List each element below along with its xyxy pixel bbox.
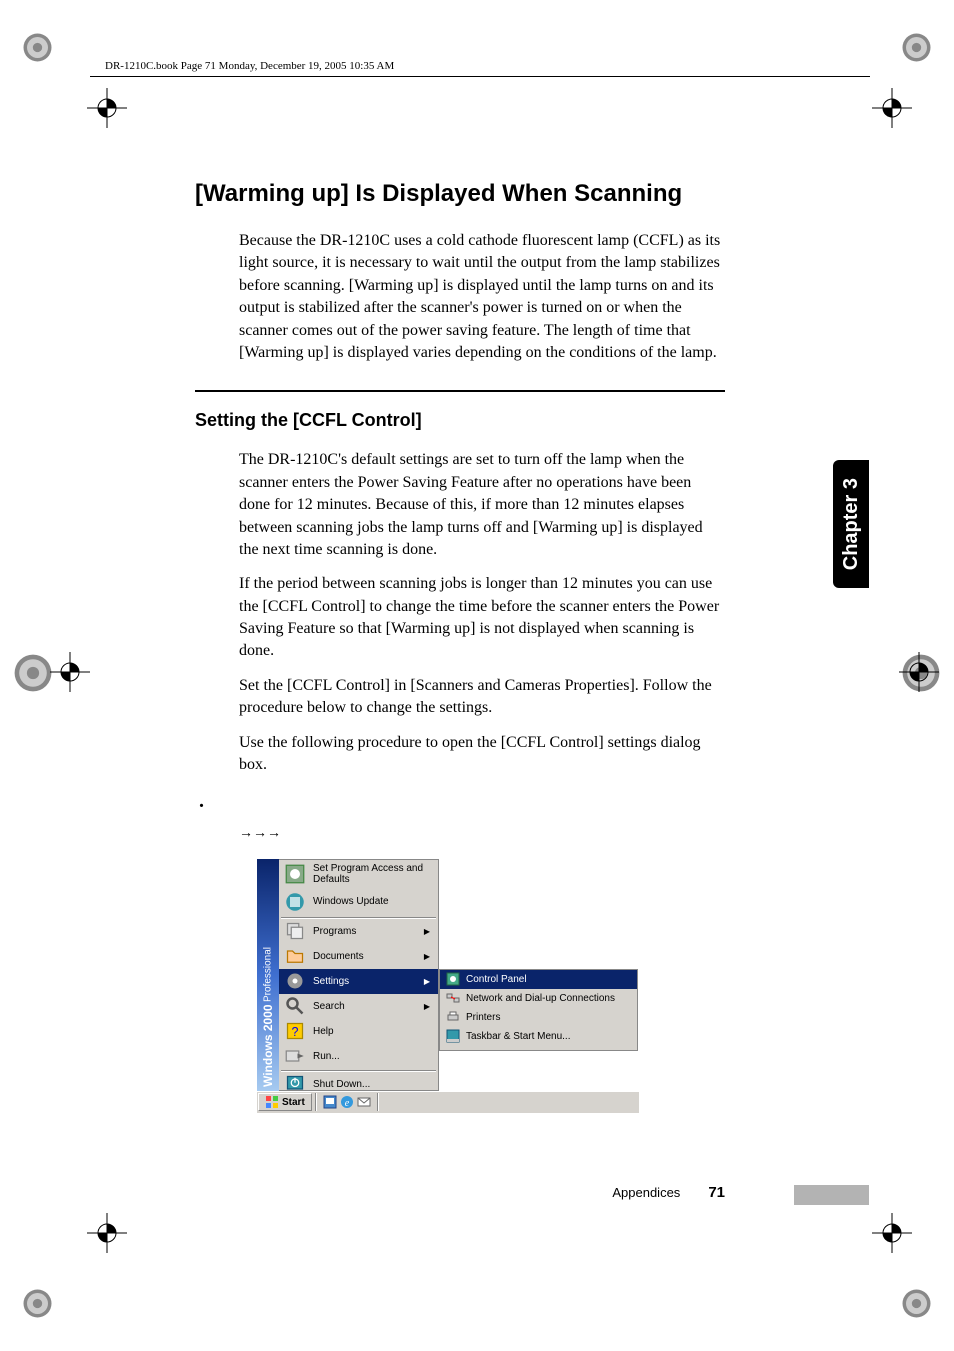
control-panel-icon [446,972,460,986]
printers-icon [446,1010,460,1024]
taskbar-menu-icon [446,1029,460,1043]
header-rule [90,76,870,77]
chapter-tab: Chapter 3 [833,460,869,588]
windows-logo-icon [265,1095,279,1109]
menu-separator [281,1070,436,1071]
menu-label: Settings [313,976,416,987]
search-icon [285,996,305,1016]
svg-text:?: ? [292,1025,299,1039]
start-menu-column: Set Program Access and Defaults Windows … [279,859,439,1091]
section-heading-warming-up: [Warming up] Is Displayed When Scanning [195,180,725,208]
programs-icon [285,921,305,941]
arrow-icon: → [239,824,253,840]
paragraph: If the period between scanning jobs is l… [239,573,725,663]
crosshair-icon [87,88,127,128]
arrow-icon: → [253,824,267,840]
chevron-right-icon: ▶ [424,952,430,961]
step-dot: . [199,790,204,813]
crosshair-icon [872,1213,912,1253]
menu-label: Help [313,1026,432,1037]
menu-item-set-program-access[interactable]: Set Program Access and Defaults [279,860,438,888]
section-heading-ccfl: Setting the [CCFL Control] [195,410,725,431]
settings-icon [285,971,305,991]
menu-label: Programs [313,926,416,937]
windows-banner: Windows 2000 Professional [257,859,279,1091]
settings-submenu: Control Panel Network and Dial-up Connec… [439,969,638,1051]
thumb-tab [794,1185,869,1205]
crosshair-icon [899,652,939,692]
step-1: . [195,790,725,813]
program-access-icon [285,864,305,884]
windows-update-icon [285,892,305,912]
footer-section: Appendices [612,1185,680,1200]
chevron-right-icon: ▶ [424,1002,430,1011]
outlook-icon[interactable] [357,1095,371,1109]
menu-separator [281,917,436,918]
menu-label: Documents [313,951,416,962]
footer-page-number: 71 [708,1184,725,1201]
submenu-item-printers[interactable]: Printers [440,1008,637,1027]
menu-label: Shut Down... [313,1079,432,1090]
registration-mark-icon [899,30,934,65]
menu-label: Run... [313,1051,432,1062]
substep-1: →→→ [239,821,725,844]
menu-item-documents[interactable]: Documents ▶ [279,944,438,969]
section-rule [195,390,725,392]
shutdown-icon [285,1074,305,1094]
submenu-item-taskbar[interactable]: Taskbar & Start Menu... [440,1027,637,1046]
crosshair-icon [872,88,912,128]
svg-text:e: e [345,1098,350,1109]
help-icon: ? [285,1021,305,1041]
start-menu-screenshot: Windows 2000 Professional Set Program Ac… [257,859,639,1113]
submenu-item-control-panel[interactable]: Control Panel [440,970,637,989]
menu-item-programs[interactable]: Programs ▶ [279,919,438,944]
page-header-info: DR-1210C.book Page 71 Monday, December 1… [105,60,394,72]
registration-mark-icon [20,1286,55,1321]
menu-label: Windows Update [313,896,432,907]
show-desktop-icon[interactable] [323,1095,337,1109]
menu-label: Set Program Access and Defaults [313,863,432,885]
submenu-label: Network and Dial-up Connections [466,993,615,1004]
chevron-right-icon: ▶ [424,927,430,936]
menu-item-shutdown[interactable]: Shut Down... [279,1072,438,1097]
menu-item-settings[interactable]: Settings ▶ [279,969,438,994]
quick-launch: e [319,1095,375,1109]
paragraph: Set the [CCFL Control] in [Scanners and … [239,675,725,720]
paragraph: Use the following procedure to open the … [239,732,725,777]
crosshair-icon [87,1213,127,1253]
chevron-right-icon: ▶ [424,977,430,986]
menu-item-windows-update[interactable]: Windows Update [279,888,438,916]
ie-icon[interactable]: e [340,1095,354,1109]
start-button-label: Start [282,1097,305,1108]
page-content: [Warming up] Is Displayed When Scanning … [195,180,725,1113]
menu-item-help[interactable]: ? Help [279,1019,438,1044]
paragraph: The DR-1210C's default settings are set … [239,449,725,561]
submenu-label: Printers [466,1012,500,1023]
submenu-label: Control Panel [466,974,527,985]
documents-icon [285,946,305,966]
arrow-icon: → [267,824,281,840]
submenu-item-network[interactable]: Network and Dial-up Connections [440,989,637,1008]
registration-mark-icon [20,30,55,65]
menu-item-search[interactable]: Search ▶ [279,994,438,1019]
network-icon [446,991,460,1005]
registration-mark-icon [899,1286,934,1321]
menu-item-run[interactable]: Run... [279,1044,438,1069]
run-icon [285,1046,305,1066]
menu-label: Search [313,1001,416,1012]
paragraph: Because the DR-1210C uses a cold cathode… [239,230,725,364]
page-footer: Appendices 71 [195,1184,725,1201]
crosshair-icon [50,652,90,692]
submenu-label: Taskbar & Start Menu... [466,1031,571,1042]
